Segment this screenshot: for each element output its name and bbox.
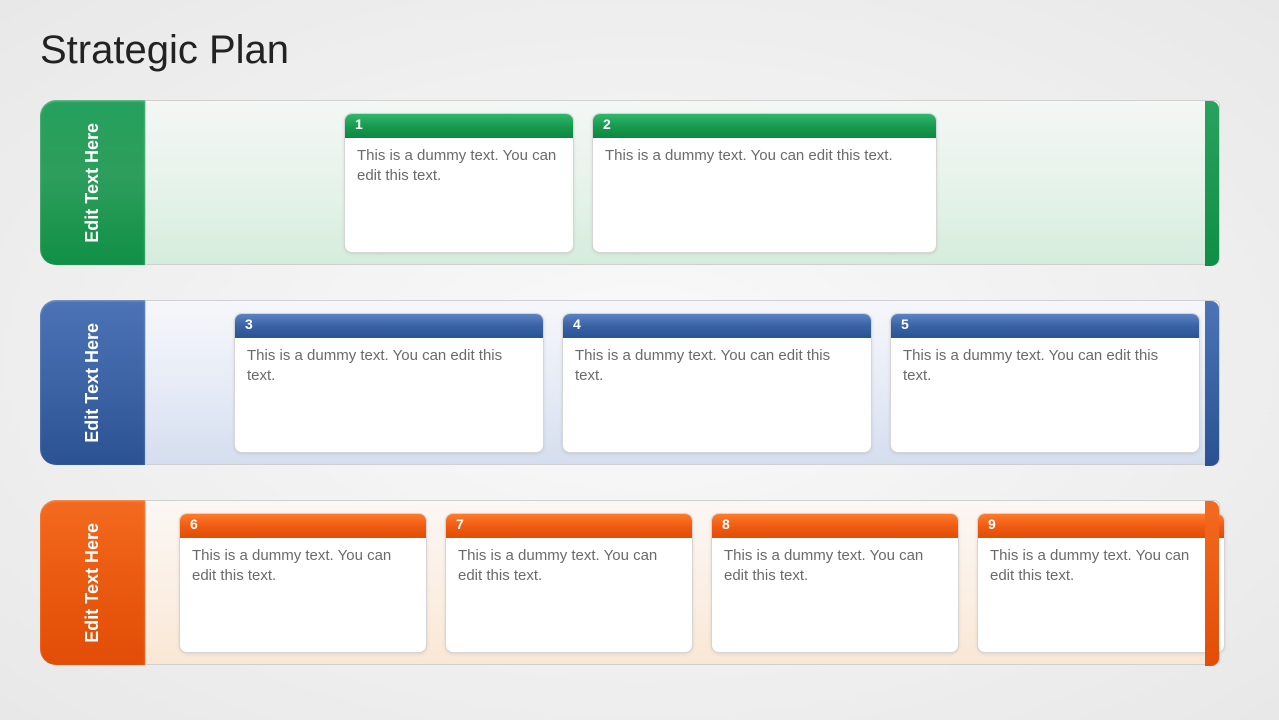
tab-green[interactable]: Edit Text Here bbox=[40, 100, 145, 265]
card-8[interactable]: 8 This is a dummy text. You can edit thi… bbox=[711, 513, 959, 653]
card-5[interactable]: 5 This is a dummy text. You can edit thi… bbox=[890, 313, 1200, 453]
card-6[interactable]: 6 This is a dummy text. You can edit thi… bbox=[179, 513, 427, 653]
card-5-body: This is a dummy text. You can edit this … bbox=[891, 338, 1199, 452]
row-blue: Edit Text Here 3 This is a dummy text. Y… bbox=[40, 300, 1240, 465]
tab-orange[interactable]: Edit Text Here bbox=[40, 500, 145, 665]
row-green: Edit Text Here 1 This is a dummy text. Y… bbox=[40, 100, 1240, 265]
card-1-head: 1 bbox=[345, 114, 573, 138]
tab-blue[interactable]: Edit Text Here bbox=[40, 300, 145, 465]
page-title: Strategic Plan bbox=[40, 28, 289, 73]
card-9-head: 9 bbox=[978, 514, 1224, 538]
strip-green bbox=[1205, 101, 1219, 266]
card-4[interactable]: 4 This is a dummy text. You can edit thi… bbox=[562, 313, 872, 453]
card-8-body: This is a dummy text. You can edit this … bbox=[712, 538, 958, 652]
strip-orange bbox=[1205, 501, 1219, 666]
row-orange: Edit Text Here 6 This is a dummy text. Y… bbox=[40, 500, 1240, 665]
lane-orange: 6 This is a dummy text. You can edit thi… bbox=[145, 500, 1220, 665]
card-4-head: 4 bbox=[563, 314, 871, 338]
card-3-head: 3 bbox=[235, 314, 543, 338]
card-7[interactable]: 7 This is a dummy text. You can edit thi… bbox=[445, 513, 693, 653]
card-6-head: 6 bbox=[180, 514, 426, 538]
card-1-body: This is a dummy text. You can edit this … bbox=[345, 138, 573, 252]
card-6-body: This is a dummy text. You can edit this … bbox=[180, 538, 426, 652]
lane-green: 1 This is a dummy text. You can edit thi… bbox=[145, 100, 1220, 265]
lane-blue: 3 This is a dummy text. You can edit thi… bbox=[145, 300, 1220, 465]
card-2-head: 2 bbox=[593, 114, 936, 138]
tab-orange-label: Edit Text Here bbox=[81, 523, 104, 643]
card-5-head: 5 bbox=[891, 314, 1199, 338]
card-9[interactable]: 9 This is a dummy text. You can edit thi… bbox=[977, 513, 1225, 653]
tab-blue-label: Edit Text Here bbox=[81, 323, 104, 443]
card-3-body: This is a dummy text. You can edit this … bbox=[235, 338, 543, 452]
strip-blue bbox=[1205, 301, 1219, 466]
card-1[interactable]: 1 This is a dummy text. You can edit thi… bbox=[344, 113, 574, 253]
tab-green-label: Edit Text Here bbox=[81, 123, 104, 243]
card-9-body: This is a dummy text. You can edit this … bbox=[978, 538, 1224, 652]
card-8-head: 8 bbox=[712, 514, 958, 538]
card-2[interactable]: 2 This is a dummy text. You can edit thi… bbox=[592, 113, 937, 253]
card-7-head: 7 bbox=[446, 514, 692, 538]
card-4-body: This is a dummy text. You can edit this … bbox=[563, 338, 871, 452]
card-7-body: This is a dummy text. You can edit this … bbox=[446, 538, 692, 652]
card-2-body: This is a dummy text. You can edit this … bbox=[593, 138, 936, 252]
card-3[interactable]: 3 This is a dummy text. You can edit thi… bbox=[234, 313, 544, 453]
